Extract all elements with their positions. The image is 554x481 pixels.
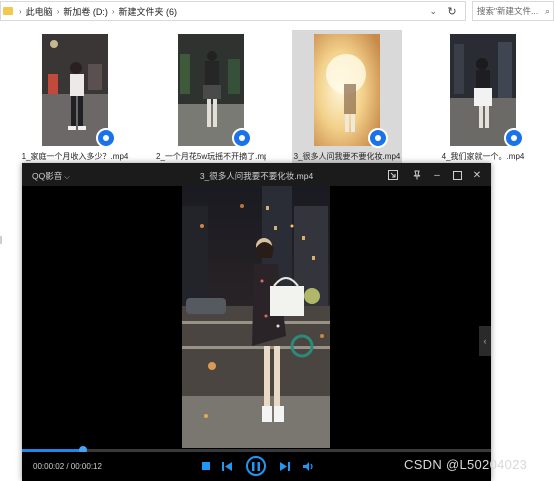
breadcrumb-separator-icon: › — [56, 6, 60, 16]
breadcrumb-item-this-pc[interactable]: 此电脑 — [26, 5, 53, 18]
search-placeholder: 搜索"新建文件... — [477, 6, 539, 16]
breadcrumb-separator-icon: › — [111, 6, 115, 16]
search-input[interactable]: 搜索"新建文件... ⌕ — [472, 1, 554, 21]
chevron-down-icon[interactable]: ⌄ — [429, 6, 437, 17]
pause-icon[interactable] — [246, 456, 266, 476]
fullscreen-icon[interactable] — [386, 168, 400, 182]
breadcrumb[interactable]: › 此电脑 › 新加卷 (D:) › 新建文件夹 (6) ⌄ ↻ — [0, 1, 466, 21]
video-thumbnail — [314, 34, 380, 146]
minimize-icon[interactable]: – — [430, 168, 444, 182]
file-item-3[interactable]: 3_很多人问我要不要化妆.mp4 — [292, 30, 402, 165]
file-name: 4_我们家就一个。.mp4 — [441, 152, 525, 161]
side-panel-toggle[interactable]: ‹ — [479, 326, 491, 356]
file-item-1[interactable]: 1_家庭一个月收入多少？.mp4 — [20, 30, 130, 165]
time-display: 00:00:02 / 00:00:12 — [33, 462, 102, 471]
scroll-marker — [0, 236, 2, 244]
folder-icon — [3, 7, 13, 15]
screen: › 此电脑 › 新加卷 (D:) › 新建文件夹 (6) ⌄ ↻ 搜索"新建文件… — [0, 0, 554, 481]
explorer-address-bar: › 此电脑 › 新加卷 (D:) › 新建文件夹 (6) ⌄ ↻ 搜索"新建文件… — [0, 0, 554, 22]
refresh-icon[interactable]: ↻ — [445, 4, 459, 18]
file-name: 1_家庭一个月收入多少？.mp4 — [21, 152, 129, 161]
video-player-window: QQ影音 ⌵ 3_很多人问我要不要化妆.mp4 – ✕ ‹ 00:00:02 /… — [22, 163, 491, 481]
next-icon[interactable] — [279, 458, 291, 474]
qqplayer-file-icon — [96, 128, 116, 148]
qqplayer-file-icon — [504, 128, 524, 148]
breadcrumb-item-drive[interactable]: 新加卷 (D:) — [63, 5, 108, 18]
video-thumbnail — [178, 34, 244, 146]
video-canvas[interactable]: ‹ — [22, 186, 491, 448]
qqplayer-file-icon — [368, 128, 388, 148]
file-name: 3_很多人问我要不要化妆.mp4 — [293, 152, 401, 161]
video-thumbnail — [42, 34, 108, 146]
qqplayer-file-icon — [232, 128, 252, 148]
video-thumbnail — [450, 34, 516, 146]
previous-icon[interactable] — [221, 458, 233, 474]
close-icon[interactable]: ✕ — [470, 168, 484, 182]
file-item-2[interactable]: 2_一个月花5w玩摇不开摘了.mp4 — [156, 30, 266, 165]
stop-icon[interactable] — [200, 458, 212, 474]
pin-icon[interactable] — [410, 168, 424, 182]
breadcrumb-item-folder[interactable]: 新建文件夹 (6) — [119, 5, 178, 18]
maximize-icon[interactable] — [450, 168, 464, 182]
player-title-bar[interactable]: QQ影音 ⌵ 3_很多人问我要不要化妆.mp4 – ✕ — [22, 163, 491, 186]
watermark: CSDN @L50204023 — [404, 457, 528, 472]
file-name: 2_一个月花5w玩摇不开摘了.mp4 — [156, 152, 266, 161]
breadcrumb-separator-icon: › — [19, 6, 22, 16]
search-icon: ⌕ — [544, 5, 550, 16]
video-frame — [182, 186, 330, 448]
file-item-4[interactable]: 4_我们家就一个。.mp4 — [428, 30, 538, 165]
volume-icon[interactable] — [301, 458, 315, 474]
